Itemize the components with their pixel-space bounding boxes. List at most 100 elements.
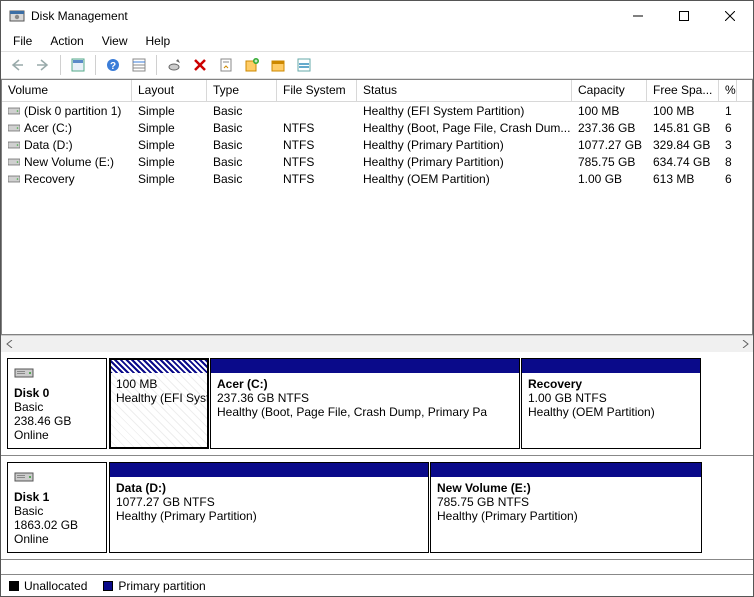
col-type[interactable]: Type [207,80,277,101]
partition-title: Recovery [528,377,694,391]
volume-capacity: 237.36 GB [572,121,647,135]
volume-free: 329.84 GB [647,138,719,152]
toolbar-separator [156,55,157,75]
partition-stripe [211,359,519,373]
settings-button[interactable] [66,53,90,77]
volume-name: (Disk 0 partition 1) [2,104,132,118]
volume-status: Healthy (Primary Partition) [357,138,572,152]
partition[interactable]: New Volume (E:)785.75 GB NTFSHealthy (Pr… [430,462,702,553]
volume-capacity: 100 MB [572,104,647,118]
volume-pct: 8 [719,155,737,169]
col-pct[interactable]: % [719,80,737,101]
disk-type: Basic [14,400,100,414]
partition-stripe [522,359,700,373]
nav-forward-button[interactable] [31,53,55,77]
volume-status: Healthy (Primary Partition) [357,155,572,169]
view-list-button[interactable] [127,53,151,77]
swatch-primary [103,581,113,591]
volume-row[interactable]: Data (D:)SimpleBasicNTFSHealthy (Primary… [2,136,752,153]
volume-filesystem: NTFS [277,138,357,152]
legend-unallocated: Unallocated [9,579,87,593]
scroll-track[interactable] [18,336,736,352]
volume-row[interactable]: (Disk 0 partition 1)SimpleBasicHealthy (… [2,102,752,119]
volume-capacity: 1077.27 GB [572,138,647,152]
disk-state: Online [14,428,100,442]
volume-list-body[interactable]: (Disk 0 partition 1)SimpleBasicHealthy (… [2,102,752,334]
legend-unallocated-label: Unallocated [24,579,87,593]
delete-button[interactable] [188,53,212,77]
scroll-left-icon[interactable] [1,336,18,352]
partition[interactable]: 100 MBHealthy (EFI System Partition) [109,358,209,449]
disk-info[interactable]: Disk 1Basic1863.02 GBOnline [7,462,107,553]
volume-row[interactable]: Acer (C:)SimpleBasicNTFSHealthy (Boot, P… [2,119,752,136]
legend-primary: Primary partition [103,579,205,593]
volume-list-header: Volume Layout Type File System Status Ca… [2,80,752,102]
col-free[interactable]: Free Spa... [647,80,719,101]
volume-type: Basic [207,121,277,135]
menu-help[interactable]: Help [138,32,179,50]
volume-type: Basic [207,155,277,169]
col-status[interactable]: Status [357,80,572,101]
col-capacity[interactable]: Capacity [572,80,647,101]
volume-layout: Simple [132,121,207,135]
partition[interactable]: Recovery1.00 GB NTFSHealthy (OEM Partiti… [521,358,701,449]
volume-pct: 6 [719,172,737,186]
partition-status: Healthy (OEM Partition) [528,405,694,419]
partition-title: Data (D:) [116,481,422,495]
partition-size: 1.00 GB NTFS [528,391,694,405]
volume-name: Acer (C:) [2,121,132,135]
view-graphical-button[interactable] [292,53,316,77]
volume-filesystem: NTFS [277,121,357,135]
legend-primary-label: Primary partition [118,579,205,593]
volume-row[interactable]: New Volume (E:)SimpleBasicNTFSHealthy (P… [2,153,752,170]
volume-layout: Simple [132,172,207,186]
properties-button[interactable] [214,53,238,77]
volume-type: Basic [207,104,277,118]
partition[interactable]: Acer (C:)237.36 GB NTFSHealthy (Boot, Pa… [210,358,520,449]
volume-pct: 6 [719,121,737,135]
refresh-button[interactable] [162,53,186,77]
volume-free: 613 MB [647,172,719,186]
close-button[interactable] [707,1,753,31]
partition-stripe [110,359,208,373]
scroll-right-icon[interactable] [736,336,753,352]
swatch-unallocated [9,581,19,591]
app-icon [9,8,25,24]
partition-status: Healthy (EFI System Partition) [116,391,202,405]
disk-row: Disk 0Basic238.46 GBOnline100 MBHealthy … [1,352,753,456]
volume-type: Basic [207,172,277,186]
disk-graphical-view[interactable]: Disk 0Basic238.46 GBOnline100 MBHealthy … [1,352,753,574]
partition[interactable]: Data (D:)1077.27 GB NTFSHealthy (Primary… [109,462,429,553]
disk-info[interactable]: Disk 0Basic238.46 GBOnline [7,358,107,449]
format-button[interactable] [266,53,290,77]
menu-view[interactable]: View [94,32,136,50]
menu-file[interactable]: File [5,32,40,50]
disk-size: 1863.02 GB [14,518,100,532]
menubar: File Action View Help [1,31,753,51]
help-button[interactable]: ? [101,53,125,77]
volume-status: Healthy (Boot, Page File, Crash Dum... [357,121,572,135]
minimize-button[interactable] [615,1,661,31]
volume-pct: 1 [719,104,737,118]
volume-row[interactable]: RecoverySimpleBasicNTFSHealthy (OEM Part… [2,170,752,187]
disk-name: Disk 0 [14,386,100,400]
volume-capacity: 785.75 GB [572,155,647,169]
volume-free: 145.81 GB [647,121,719,135]
col-layout[interactable]: Layout [132,80,207,101]
volume-layout: Simple [132,155,207,169]
volume-type: Basic [207,138,277,152]
menu-action[interactable]: Action [42,32,91,50]
volume-capacity: 1.00 GB [572,172,647,186]
nav-back-button[interactable] [5,53,29,77]
volume-layout: Simple [132,104,207,118]
col-volume[interactable]: Volume [2,80,132,101]
disk-row: Disk 1Basic1863.02 GBOnlineData (D:)1077… [1,456,753,560]
new-partition-button[interactable] [240,53,264,77]
maximize-button[interactable] [661,1,707,31]
col-filesystem[interactable]: File System [277,80,357,101]
toolbar-separator [60,55,61,75]
partition-body: New Volume (E:)785.75 GB NTFSHealthy (Pr… [431,477,701,527]
horizontal-scrollbar[interactable] [1,335,753,352]
partition-title: New Volume (E:) [437,481,695,495]
partition-stripe [110,463,428,477]
